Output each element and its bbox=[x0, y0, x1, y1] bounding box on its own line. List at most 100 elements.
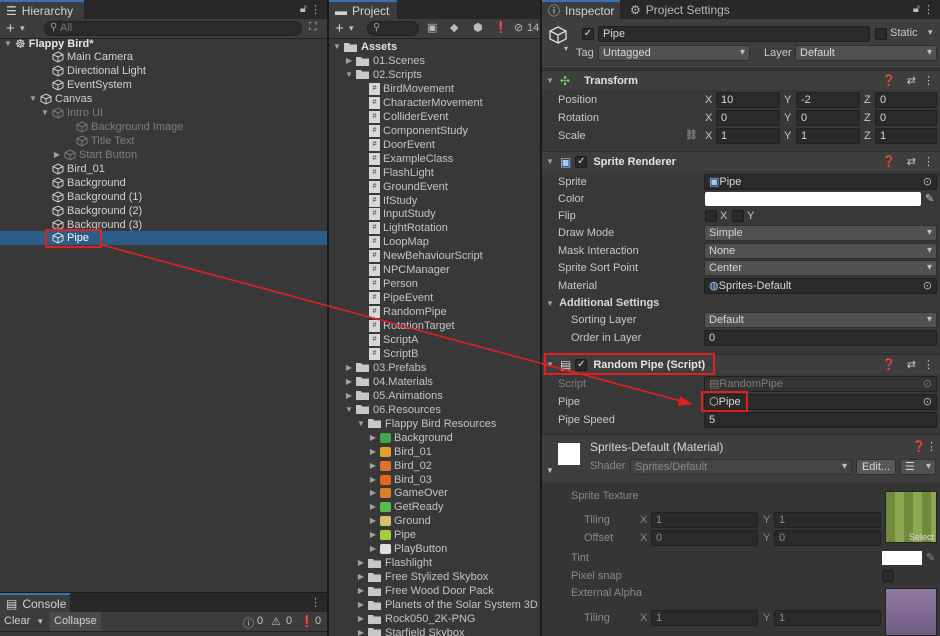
more-menu-icon[interactable]: ⋮ bbox=[923, 3, 934, 16]
add-button[interactable]: + bbox=[6, 20, 15, 37]
expand-arrow-icon[interactable]: ▶ bbox=[369, 459, 377, 473]
tiling2-y-field[interactable]: 1 bbox=[774, 610, 881, 626]
hierarchy-row[interactable]: ▶ Start Button bbox=[53, 148, 137, 162]
search-by-type-icon[interactable]: ▣ bbox=[427, 21, 437, 34]
project-script-row[interactable]: # FlashLight bbox=[369, 166, 434, 180]
expand-arrow-icon[interactable]: ▼ bbox=[345, 68, 353, 82]
info-count-icon[interactable]: ⓘ bbox=[243, 615, 254, 631]
tab-project[interactable]: ▬ Project bbox=[329, 0, 397, 19]
active-checkbox[interactable]: ✓ bbox=[582, 28, 594, 40]
expand-arrow-icon[interactable]: ▶ bbox=[53, 148, 61, 162]
project-script-row[interactable]: # IfStudy bbox=[369, 194, 417, 208]
object-name-field[interactable]: Pipe bbox=[598, 26, 870, 42]
project-folder-row[interactable]: ▶ Rock050_2K-PNG bbox=[357, 612, 476, 626]
project-folder-row[interactable]: ▶ 05.Animations bbox=[345, 389, 443, 403]
project-folder-row[interactable]: ▶ Free Stylized Skybox bbox=[357, 570, 488, 584]
layer-dropdown[interactable]: Default bbox=[795, 45, 937, 61]
tint-swatch[interactable] bbox=[882, 551, 922, 565]
flip-y-checkbox[interactable] bbox=[732, 210, 744, 222]
project-script-row[interactable]: # Person bbox=[369, 277, 418, 291]
rot-z-label[interactable]: Z bbox=[864, 110, 871, 126]
pixel-snap-checkbox[interactable] bbox=[882, 570, 894, 582]
add-dropdown-icon[interactable]: ▾ bbox=[349, 23, 354, 34]
project-script-row[interactable]: # InputStudy bbox=[369, 207, 436, 221]
help-icon[interactable]: ❓ bbox=[882, 358, 896, 371]
expand-arrow-icon[interactable]: ▶ bbox=[345, 375, 353, 389]
project-script-row[interactable]: # ScriptB bbox=[369, 347, 418, 361]
expand-arrow-icon[interactable]: ▶ bbox=[369, 542, 377, 556]
expand-arrow-icon[interactable]: ▶ bbox=[357, 598, 365, 612]
additional-settings-foldout[interactable]: ▼ Additional Settings bbox=[546, 295, 659, 311]
sorting-layer-dropdown[interactable]: Default bbox=[704, 312, 937, 328]
project-folder-row[interactable]: ▶ Starfield Skybox bbox=[357, 626, 464, 636]
chevron-down-icon[interactable]: ▾ bbox=[564, 44, 568, 53]
object-picker-icon[interactable]: ⊙ bbox=[923, 395, 932, 409]
hierarchy-row[interactable]: EventSystem bbox=[52, 78, 132, 92]
material-field[interactable]: ◍Sprites-Default ⊙ bbox=[704, 278, 937, 294]
pos-x-label[interactable]: X bbox=[705, 92, 712, 108]
order-in-layer-field[interactable]: 0 bbox=[704, 330, 937, 346]
project-sprite-row[interactable]: ▶ Background bbox=[369, 431, 453, 445]
pos-y-label[interactable]: Y bbox=[784, 92, 791, 108]
expand-arrow-icon[interactable]: ▶ bbox=[369, 431, 377, 445]
object-picker-icon[interactable]: ⊙ bbox=[923, 279, 932, 293]
expand-arrow-icon[interactable]: ▶ bbox=[345, 54, 353, 68]
project-script-row[interactable]: # GroundEvent bbox=[369, 180, 448, 194]
hierarchy-row[interactable]: ▼ Intro UI bbox=[41, 106, 103, 120]
project-script-row[interactable]: # DoorEvent bbox=[369, 138, 435, 152]
project-script-row[interactable]: # ScriptA bbox=[369, 333, 418, 347]
expand-arrow-icon[interactable]: ▼ bbox=[41, 106, 49, 120]
eyedropper-icon[interactable]: ✎ bbox=[926, 551, 935, 564]
collapse-button[interactable]: Collapse bbox=[50, 612, 101, 631]
project-sprite-row[interactable]: ▶ Bird_02 bbox=[369, 459, 432, 473]
eyedropper-icon[interactable]: ✎ bbox=[925, 192, 934, 205]
rot-y-label[interactable]: Y bbox=[784, 110, 791, 126]
draw-mode-dropdown[interactable]: Simple bbox=[704, 225, 937, 241]
help-icon[interactable]: ❓ bbox=[882, 155, 896, 168]
project-script-row[interactable]: # PipeEvent bbox=[369, 291, 433, 305]
filter-icon[interactable]: ⛶ bbox=[309, 21, 317, 34]
scale-x-field[interactable]: 1 bbox=[716, 128, 780, 144]
preset-icon[interactable]: ⇄ bbox=[907, 358, 916, 371]
project-folder-row[interactable]: ▶ 04.Materials bbox=[345, 375, 433, 389]
offset-x-field[interactable]: 0 bbox=[651, 530, 758, 546]
pos-z-label[interactable]: Z bbox=[864, 92, 871, 108]
add-dropdown-icon[interactable]: ▾ bbox=[20, 23, 25, 34]
object-picker-icon[interactable]: ⊙ bbox=[923, 175, 932, 189]
expand-arrow-icon[interactable]: ▶ bbox=[357, 626, 365, 636]
position-z-field[interactable]: 0 bbox=[875, 92, 937, 108]
select-texture-label[interactable]: Select bbox=[909, 532, 934, 542]
mask-interaction-dropdown[interactable]: None bbox=[704, 243, 937, 259]
add-button[interactable]: + bbox=[335, 20, 344, 37]
hierarchy-row[interactable]: Directional Light bbox=[52, 64, 146, 78]
static-dropdown-icon[interactable]: ▾ bbox=[928, 27, 933, 38]
sprite-sort-point-dropdown[interactable]: Center bbox=[704, 260, 937, 276]
clear-dropdown-icon[interactable]: ▾ bbox=[38, 616, 43, 627]
tab-project-settings[interactable]: ⚙ Project Settings bbox=[624, 0, 736, 19]
project-folder-row[interactable]: ▶ Planets of the Solar System 3D bbox=[357, 598, 538, 612]
position-x-field[interactable]: 10 bbox=[716, 92, 780, 108]
help-icon[interactable]: ❓ bbox=[882, 74, 896, 87]
search-by-label-icon[interactable]: ◆ bbox=[450, 21, 458, 34]
hierarchy-row[interactable]: Title Text bbox=[76, 134, 134, 148]
expand-arrow-icon[interactable]: ▶ bbox=[357, 612, 365, 626]
project-script-row[interactable]: # LightRotation bbox=[369, 221, 448, 235]
hierarchy-row[interactable]: Main Camera bbox=[52, 50, 133, 64]
project-script-row[interactable]: # LoopMap bbox=[369, 235, 429, 249]
project-script-row[interactable]: # ColliderEvent bbox=[369, 110, 448, 124]
shader-dropdown[interactable]: Sprites/Default bbox=[630, 459, 852, 475]
project-script-row[interactable]: # ComponentStudy bbox=[369, 124, 468, 138]
project-script-row[interactable]: # RotationTarget bbox=[369, 319, 455, 333]
rotation-x-field[interactable]: 0 bbox=[716, 110, 780, 126]
project-script-row[interactable]: # BirdMovement bbox=[369, 82, 454, 96]
project-script-row[interactable]: # ExampleClass bbox=[369, 152, 453, 166]
sprite-renderer-header[interactable]: ▼ ▣ ✓ Sprite Renderer ❓ ⇄ ⋮ bbox=[542, 151, 940, 171]
more-menu-icon[interactable]: ⋮ bbox=[310, 596, 321, 609]
sprite-renderer-enabled-checkbox[interactable]: ✓ bbox=[575, 155, 588, 168]
favorite-icon[interactable]: ⬢ bbox=[473, 21, 483, 34]
hierarchy-row[interactable]: Background (2) bbox=[52, 204, 142, 218]
tiling-y-field[interactable]: 1 bbox=[774, 512, 881, 528]
link-icon[interactable]: ⛓ bbox=[685, 130, 698, 141]
project-search-input[interactable]: ⚲ bbox=[367, 21, 419, 36]
tab-inspector[interactable]: ⓘ Inspector bbox=[542, 0, 620, 19]
